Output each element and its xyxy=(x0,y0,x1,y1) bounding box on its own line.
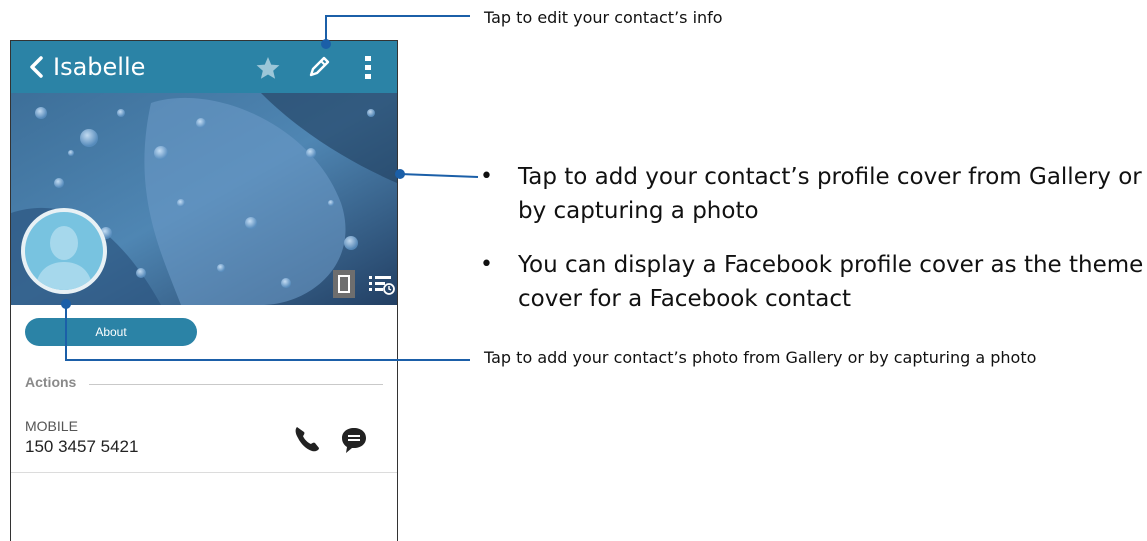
cover-callout-dot xyxy=(395,169,405,179)
bullet-dot: • xyxy=(480,252,493,277)
cover-callout-bullets: • Tap to add your contact’s profile cove… xyxy=(470,160,1147,336)
photo-callout-dot xyxy=(61,299,71,309)
edit-callout-dot xyxy=(321,39,331,49)
bullet-text: You can display a Facebook profile cover… xyxy=(518,252,1144,312)
edit-info-callout: Tap to edit your contact’s info xyxy=(484,8,723,27)
bullet-text: Tap to add your contact’s profile cover … xyxy=(518,164,1142,224)
edit-callout-line xyxy=(325,15,470,44)
photo-callout-line xyxy=(65,304,470,361)
bullet-dot: • xyxy=(480,164,493,189)
add-photo-callout: Tap to add your contact’s photo from Gal… xyxy=(484,348,1037,367)
cover-callout-line xyxy=(399,173,479,178)
bullet-item: • You can display a Facebook profile cov… xyxy=(470,248,1147,316)
bullet-item: • Tap to add your contact’s profile cove… xyxy=(470,160,1147,228)
